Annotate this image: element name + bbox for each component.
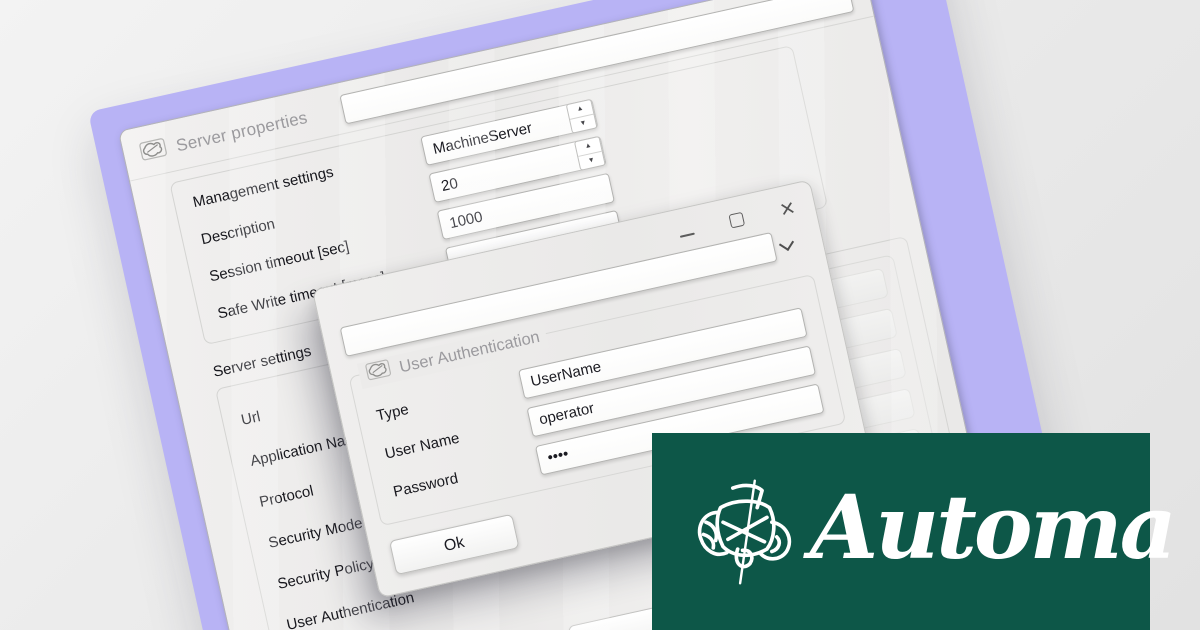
minimize-button[interactable] [675, 221, 696, 242]
maximize-button[interactable] [726, 209, 747, 230]
scribble-logo-icon [137, 135, 169, 168]
maximize-icon [728, 211, 746, 229]
brand-banner: Automa [652, 433, 1177, 630]
window-title: Server properties [174, 107, 310, 156]
minimize-icon [679, 232, 695, 238]
automa-hands-logo-icon [697, 479, 792, 584]
og-image-scene: Server properties Management settings Ma… [0, 0, 1200, 630]
scribble-logo-icon [364, 357, 394, 388]
ok-button[interactable]: Ok [388, 513, 520, 576]
chevron-down-icon [778, 235, 795, 252]
close-button[interactable]: × [777, 193, 798, 225]
close-icon: × [777, 193, 798, 225]
brand-wordmark: Automa [810, 474, 1177, 579]
